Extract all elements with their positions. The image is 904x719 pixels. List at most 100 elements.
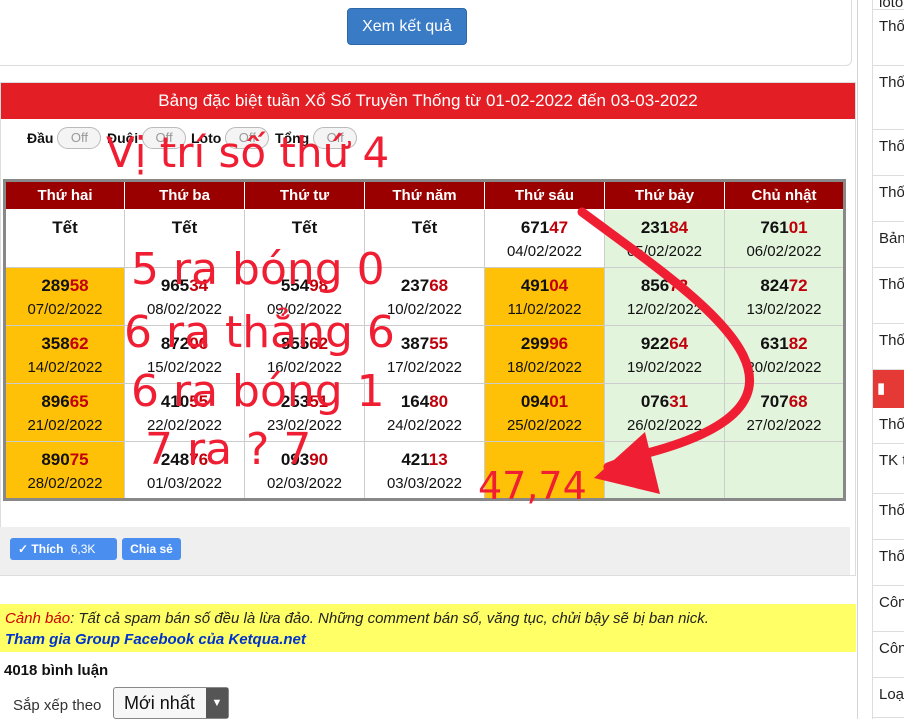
number-tail: 72 [669, 276, 689, 295]
sidebar-link[interactable]: Thố [873, 408, 904, 444]
number-tail: 55 [189, 392, 209, 411]
result-date: 14/02/2022 [27, 359, 103, 376]
weekday-header: Thứ ba [124, 180, 245, 210]
share-button[interactable]: Chia sẻ [122, 538, 181, 560]
sidebar-link[interactable]: Bản [873, 222, 904, 268]
sidebar-link[interactable]: Thố [873, 10, 904, 66]
result-number: 85672 [605, 276, 724, 296]
toggle-switch[interactable]: Off [225, 127, 270, 149]
sidebar-link[interactable]: TK t [873, 444, 904, 494]
number-head: 248 [160, 450, 190, 469]
number-head: 554 [280, 276, 310, 295]
result-cell: 23184 05/02/2022 [604, 209, 725, 268]
warning-text: : Tất cả spam bán số đều là lừa đảo. Nhữ… [70, 610, 709, 627]
result-number: 85562 [245, 334, 364, 354]
result-number: 96534 [125, 276, 244, 296]
result-number: 89665 [6, 392, 124, 412]
result-number: 70768 [725, 392, 843, 412]
comment-count: 4018 bình luận [4, 662, 109, 679]
result-number: 42113 [365, 450, 484, 470]
number-tail: 47 [549, 218, 569, 237]
sort-select[interactable]: Mới nhất ▼ [113, 687, 229, 719]
number-head: 358 [41, 334, 70, 353]
result-number: 92264 [605, 334, 724, 354]
result-date: 03/03/2022 [386, 475, 463, 492]
number-head: 164 [400, 392, 430, 411]
result-date: 06/02/2022 [746, 243, 822, 260]
result-number: 49104 [485, 276, 604, 296]
sidebar-link[interactable]: Thố [873, 540, 904, 586]
toggle-loto[interactable]: Loto Off [191, 127, 270, 149]
number-head: 094 [520, 392, 550, 411]
number-tail: 34 [189, 276, 209, 295]
result-cell: 87206 15/02/2022 [124, 325, 245, 384]
result-date: 04/02/2022 [506, 243, 583, 260]
result-number: 89075 [6, 450, 124, 470]
facebook-group-link[interactable]: Tham gia Group Facebook của Ketqua.net [5, 629, 851, 650]
toggle-switch[interactable]: Off [142, 127, 187, 149]
panel-title: Bảng đặc biệt tuần Xổ Số Truyền Thống từ… [1, 83, 855, 119]
toggle-label: Đuôi [107, 130, 139, 146]
result-cell: 82472 13/02/2022 [724, 267, 845, 326]
result-date: 12/02/2022 [626, 301, 703, 318]
weekday-header: Thứ sáu [484, 180, 605, 210]
like-button[interactable]: ✓ Thích 6,3K [10, 538, 117, 560]
result-cell: Tết [364, 209, 485, 268]
number-head: 890 [41, 450, 70, 469]
number-head: 491 [520, 276, 550, 295]
warning-box: Cảnh báo: Tất cả spam bán số đều là lừa … [0, 604, 856, 652]
number-tail: 06 [189, 334, 209, 353]
result-cell: 63182 20/02/2022 [724, 325, 845, 384]
number-head: 824 [760, 276, 789, 295]
number-tail: 76 [189, 450, 209, 469]
result-cell: 42113 03/03/2022 [364, 441, 485, 500]
number-tail: 75 [69, 450, 89, 469]
result-number: 63182 [725, 334, 843, 354]
result-cell [604, 441, 725, 500]
sidebar-link[interactable]: Thố [873, 130, 904, 176]
result-number: 25351 [245, 392, 364, 412]
sidebar-link[interactable]: Loạ [873, 678, 904, 718]
view-results-button[interactable]: Xem kết quả [347, 8, 467, 45]
number-tail: 96 [549, 334, 569, 353]
result-cell: 07631 26/02/2022 [604, 383, 725, 442]
number-head: 896 [41, 392, 70, 411]
toggle-duoi[interactable]: Đuôi Off [107, 127, 187, 149]
toggle-switch[interactable]: Off [57, 127, 102, 149]
toggle-tong[interactable]: Tổng Off [275, 127, 358, 149]
result-date: 15/02/2022 [146, 359, 223, 376]
search-box: Xem kết quả [0, 0, 852, 66]
sidebar-link[interactable]: loto [873, 0, 904, 10]
result-number: 16480 [365, 392, 484, 412]
number-head: 299 [520, 334, 550, 353]
sidebar-link[interactable]: Thố [873, 176, 904, 222]
number-tail: 90 [309, 450, 329, 469]
sidebar-link[interactable]: Thố [873, 324, 904, 370]
weekday-header: Thứ tư [244, 180, 365, 210]
result-date: 28/02/2022 [27, 475, 103, 492]
result-date: 24/02/2022 [386, 417, 463, 434]
toggle-label: Đầu [27, 130, 54, 146]
result-number: 07631 [605, 392, 724, 412]
result-date: 20/02/2022 [746, 359, 822, 376]
result-cell: 28958 07/02/2022 [4, 267, 125, 326]
number-head: 093 [280, 450, 310, 469]
sidebar-link[interactable]: Côn [873, 586, 904, 632]
results-panel: Bảng đặc biệt tuần Xổ Số Truyền Thống từ… [0, 82, 856, 576]
check-icon: ✓ [18, 542, 29, 556]
result-number: 23184 [605, 218, 724, 238]
sidebar-link[interactable]: Thố loto [873, 66, 904, 130]
result-cell: 09390 02/03/2022 [244, 441, 365, 500]
result-cell: 09401 25/02/2022 [484, 383, 605, 442]
toggle-switch[interactable]: Off [313, 127, 358, 149]
result-date: 17/02/2022 [386, 359, 463, 376]
toggle-dau[interactable]: Đầu Off [27, 127, 102, 149]
result-number: 28958 [6, 276, 124, 296]
result-cell: 89075 28/02/2022 [4, 441, 125, 500]
result-date: 08/02/2022 [146, 301, 223, 318]
toggle-label: Loto [191, 130, 222, 146]
sidebar-link[interactable]: Thố theo [873, 268, 904, 324]
sidebar-link[interactable]: Thố [873, 494, 904, 540]
number-tail: 51 [309, 392, 329, 411]
sidebar-link[interactable]: Côn VIP [873, 632, 904, 678]
